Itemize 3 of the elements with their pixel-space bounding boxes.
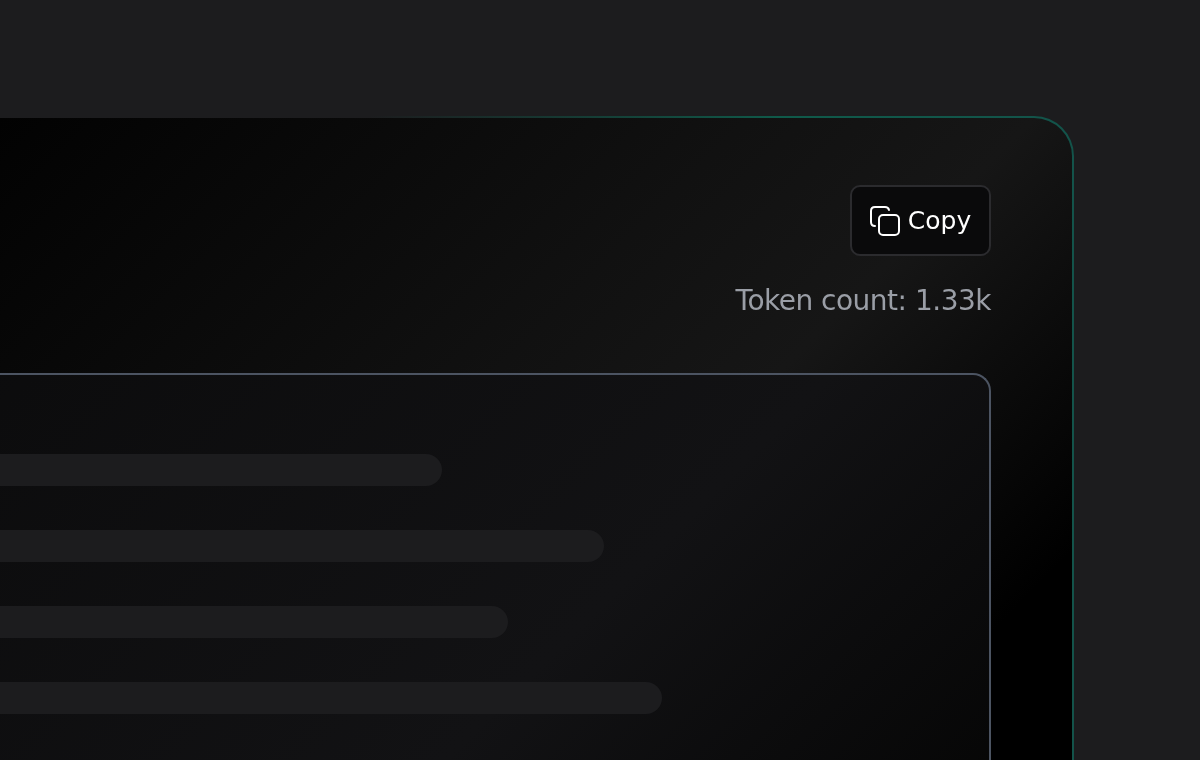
token-count: Token count: 1.33k (735, 284, 991, 317)
copy-button[interactable]: Copy (850, 185, 991, 256)
copy-icon (869, 205, 900, 236)
